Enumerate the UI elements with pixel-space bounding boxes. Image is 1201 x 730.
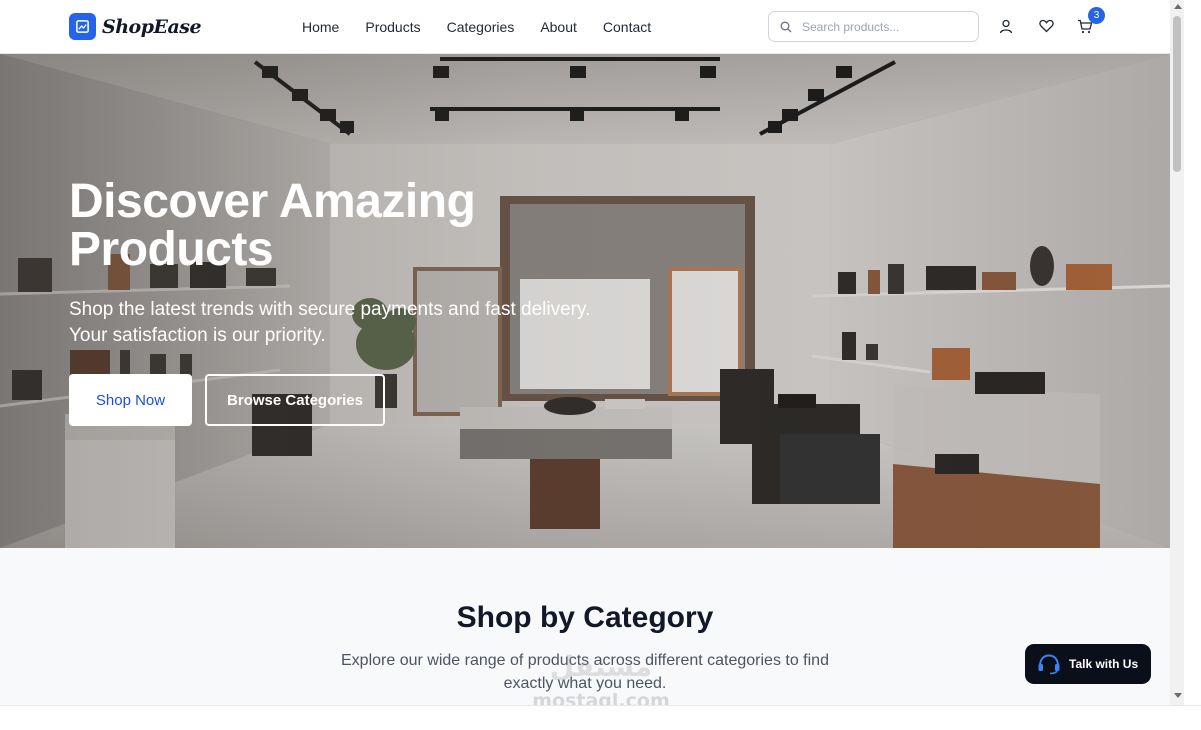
search-input[interactable] bbox=[802, 18, 972, 36]
hero-banner: Discover Amazing Products Shop the lates… bbox=[0, 54, 1170, 548]
scroll-up-arrow[interactable] bbox=[1174, 4, 1182, 9]
nav-contact[interactable]: Contact bbox=[603, 19, 651, 35]
nav-categories[interactable]: Categories bbox=[447, 19, 515, 35]
user-icon[interactable] bbox=[998, 18, 1014, 34]
chat-label: Talk with Us bbox=[1069, 657, 1139, 671]
nav-products[interactable]: Products bbox=[365, 19, 420, 35]
watermark-arabic: مستقل bbox=[549, 650, 653, 683]
shop-now-button[interactable]: Shop Now bbox=[69, 374, 192, 426]
logo-icon bbox=[69, 13, 96, 40]
cart-count-badge: 3 bbox=[1088, 7, 1105, 24]
section-title: Shop by Category bbox=[456, 601, 714, 634]
brand-logo[interactable]: ShopEase bbox=[69, 13, 202, 40]
talk-with-us-button[interactable]: Talk with Us bbox=[1025, 644, 1151, 684]
window-bottom-edge bbox=[0, 705, 1201, 730]
site-header: ShopEase Home Products Categories About … bbox=[0, 0, 1170, 54]
search-box bbox=[768, 11, 979, 42]
window-gutter bbox=[1184, 0, 1201, 730]
nav-about[interactable]: About bbox=[540, 19, 577, 35]
hero-subtitle: Shop the latest trends with secure payme… bbox=[69, 299, 591, 346]
heart-icon[interactable] bbox=[1038, 18, 1054, 34]
brand-name: ShopEase bbox=[102, 15, 202, 38]
browse-categories-button[interactable]: Browse Categories bbox=[205, 374, 385, 426]
headset-icon bbox=[1038, 654, 1060, 675]
main-nav: Home Products Categories About Contact bbox=[302, 19, 677, 35]
search-icon bbox=[780, 21, 792, 33]
scroll-down-arrow[interactable] bbox=[1174, 693, 1182, 698]
scroll-thumb[interactable] bbox=[1173, 16, 1181, 172]
hero-title: Discover Amazing Products bbox=[69, 175, 476, 276]
nav-home[interactable]: Home bbox=[302, 19, 339, 35]
page-scrollbar[interactable] bbox=[1170, 0, 1184, 705]
